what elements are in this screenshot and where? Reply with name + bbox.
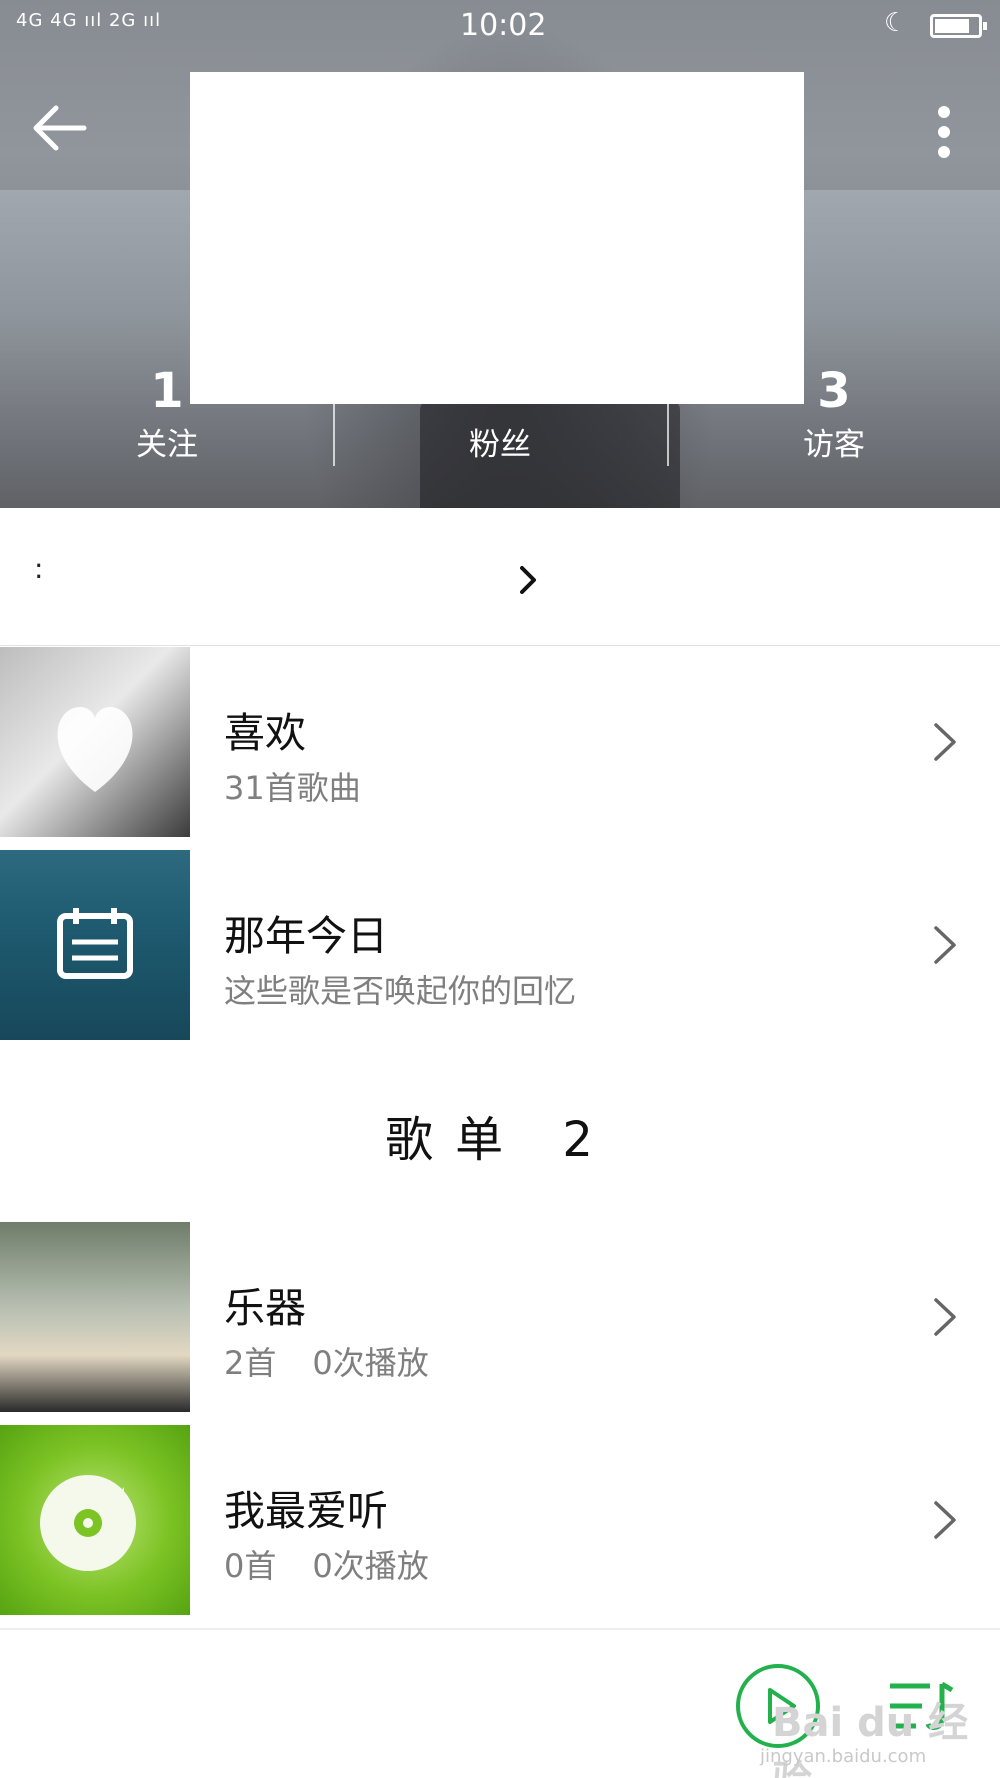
stat-visitors-count: 3	[817, 363, 851, 419]
chevron-right-icon	[934, 926, 956, 964]
status-bar: 4G 4G ııl 2G ııl 10:02 ☾	[0, 0, 1000, 52]
status-time: 10:02	[460, 8, 547, 43]
more-button[interactable]	[924, 100, 964, 164]
playlist-play-count: 0次播放	[312, 1344, 429, 1382]
on-this-day-cover	[0, 850, 190, 1040]
watermark-url: jingyan.baidu.com	[760, 1746, 927, 1767]
mini-player-bar: Bai du 经验 jingyan.baidu.com	[0, 1628, 1000, 1778]
moon-icon: ☾	[884, 8, 908, 38]
list-item-title: 那年今日	[224, 912, 388, 960]
stat-following-count: 1	[150, 363, 184, 419]
back-button[interactable]	[28, 96, 92, 160]
battery-icon	[930, 14, 987, 38]
playlist-item[interactable]: 我最爱听 0首 0次播放	[0, 1425, 1000, 1615]
chevron-right-icon	[520, 566, 536, 594]
playlist-section-title: 歌单 2	[385, 1112, 615, 1168]
playlist-song-count: 0首	[224, 1547, 277, 1585]
playlist-song-count: 2首	[224, 1344, 277, 1382]
info-prefix: :	[34, 552, 44, 585]
playlist-meta: 0首 0次播放	[224, 1541, 429, 1587]
stat-visitors-label: 访客	[803, 427, 865, 463]
list-item-on-this-day[interactable]: 那年今日 这些歌是否唤起你的回忆	[0, 850, 1000, 1040]
profile-header: 4G 4G ııl 2G ııl 10:02 ☾ 1 关注 粉丝 3 访客	[0, 0, 1000, 508]
redacted-area	[190, 72, 804, 404]
liked-cover	[0, 647, 190, 837]
list-item-subtitle: 这些歌是否唤起你的回忆	[224, 972, 577, 1010]
profile-info-row[interactable]: :	[0, 508, 1000, 646]
list-item-liked[interactable]: 喜欢 31首歌曲	[0, 647, 1000, 837]
calendar-icon	[57, 908, 133, 979]
stat-fans[interactable]: 粉丝	[333, 360, 667, 480]
list-item-title: 喜欢	[224, 709, 306, 757]
playlist-meta: 2首 0次播放	[224, 1338, 429, 1384]
playlist-play-count: 0次播放	[312, 1547, 429, 1585]
playlist-title: 我最爱听	[224, 1487, 388, 1535]
playlist-title: 乐器	[224, 1284, 306, 1332]
stat-following[interactable]: 1 关注	[0, 360, 334, 480]
arrow-left-icon	[33, 105, 87, 151]
heart-icon	[57, 707, 133, 792]
music-disc-icon	[40, 1475, 136, 1571]
profile-stats: 1 关注 粉丝 3 访客	[0, 360, 1000, 480]
stat-following-label: 关注	[136, 427, 198, 463]
chevron-right-icon	[934, 1298, 956, 1336]
list-item-subtitle: 31首歌曲	[224, 769, 361, 807]
more-vertical-icon	[938, 106, 950, 158]
chevron-right-icon	[934, 1501, 956, 1539]
stat-fans-count	[333, 360, 667, 422]
chevron-right-icon	[934, 723, 956, 761]
stat-fans-label: 粉丝	[469, 427, 531, 463]
signal-indicator: 4G 4G ııl 2G ııl	[16, 10, 162, 31]
playlist-cover	[0, 1425, 190, 1615]
playlist-item[interactable]: 乐器 2首 0次播放	[0, 1222, 1000, 1412]
stat-visitors[interactable]: 3 访客	[667, 360, 1000, 480]
playlist-cover	[0, 1222, 190, 1412]
